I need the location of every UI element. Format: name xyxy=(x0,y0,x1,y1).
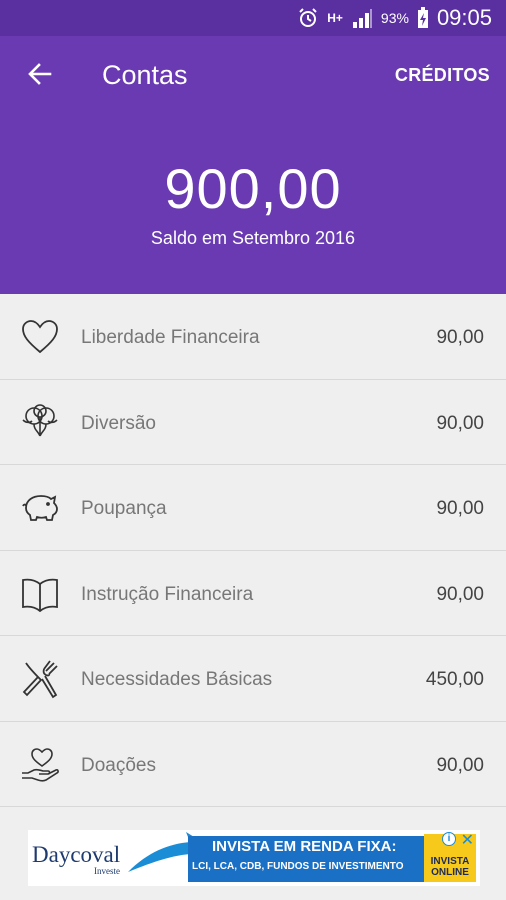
status-icons: H+ 93% 09:05 xyxy=(297,0,492,36)
clock: 09:05 xyxy=(436,5,492,30)
status-bar: H+ 93% 09:05 xyxy=(0,0,506,36)
account-label: Poupança xyxy=(81,498,167,519)
network-type: H+ xyxy=(327,11,343,25)
back-button[interactable] xyxy=(22,58,58,94)
arrow-left-icon xyxy=(27,61,53,92)
account-value: 450,00 xyxy=(425,669,484,690)
close-icon[interactable]: ✕ xyxy=(461,830,474,850)
alarm-clock-icon xyxy=(297,7,319,29)
account-label: Instrução Financeira xyxy=(81,583,254,605)
info-icon[interactable]: i xyxy=(442,832,456,846)
app-header: Contas CRÉDITOS 900,00 Saldo em Setembro… xyxy=(0,36,506,294)
ad-subline: LCI, LCA, CDB, FUNDOS DE INVESTIMENTO xyxy=(192,861,404,872)
account-value: 90,00 xyxy=(436,583,484,605)
account-row-poupanca[interactable]: Poupança 90,00 xyxy=(0,465,506,551)
account-row-doacoes[interactable]: Doações 90,00 xyxy=(0,721,506,807)
account-row-necessidades[interactable]: Necessidades Básicas 450,00 xyxy=(0,636,506,722)
account-value: 90,00 xyxy=(436,412,484,434)
account-label: Necessidades Básicas xyxy=(81,669,273,690)
signal-bars-icon xyxy=(351,8,373,28)
account-value: 90,00 xyxy=(436,498,484,519)
battery-charging-icon xyxy=(417,7,429,29)
balance-amount: 900,00 xyxy=(164,157,342,220)
heart-hand-icon xyxy=(20,745,60,785)
ad-banner[interactable]: Daycoval Investe INVISTA EM RENDA FIXA: … xyxy=(28,830,480,886)
account-value: 90,00 xyxy=(436,754,484,776)
piggy-bank-icon xyxy=(20,488,60,528)
account-label: Doações xyxy=(81,754,156,776)
accounts-list: Liberdade Financeira 90,00 Diversão 90,0… xyxy=(0,294,506,807)
ad-headline: INVISTA EM RENDA FIXA: xyxy=(212,838,397,855)
heart-icon xyxy=(20,317,60,357)
account-label: Liberdade Financeira xyxy=(81,327,260,348)
account-row-instrucao[interactable]: Instrução Financeira 90,00 xyxy=(0,550,506,636)
credits-button[interactable]: CRÉDITOS xyxy=(395,65,490,86)
account-value: 90,00 xyxy=(436,327,484,348)
ad-logo-sub: Investe xyxy=(94,866,120,876)
book-icon xyxy=(20,574,60,614)
balloons-icon xyxy=(20,403,60,443)
balance-caption: Saldo em Setembro 2016 xyxy=(150,228,356,248)
battery-percent: 93% xyxy=(380,10,409,26)
account-row-diversao[interactable]: Diversão 90,00 xyxy=(0,379,506,465)
fork-knife-icon xyxy=(20,659,60,699)
account-row-liberdade[interactable]: Liberdade Financeira 90,00 xyxy=(0,294,506,380)
page-title: Contas xyxy=(102,60,188,90)
ad-logo: Daycoval xyxy=(32,842,121,867)
account-label: Diversão xyxy=(81,412,156,434)
